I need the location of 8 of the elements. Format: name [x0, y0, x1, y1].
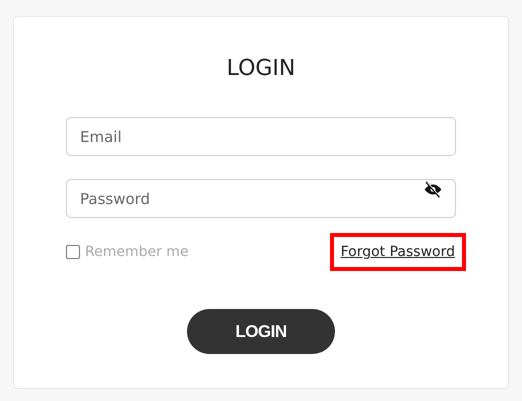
password-field[interactable]: Password — [66, 179, 456, 218]
remember-checkbox[interactable] — [66, 245, 80, 259]
eye-slash-icon[interactable] — [423, 181, 443, 198]
forgot-password-link[interactable]: Forgot Password — [330, 233, 466, 271]
login-button[interactable]: LOGIN — [187, 309, 335, 354]
remember-label: Remember me — [85, 244, 189, 260]
email-field[interactable]: Email — [66, 117, 456, 156]
login-title: LOGIN — [226, 55, 296, 83]
